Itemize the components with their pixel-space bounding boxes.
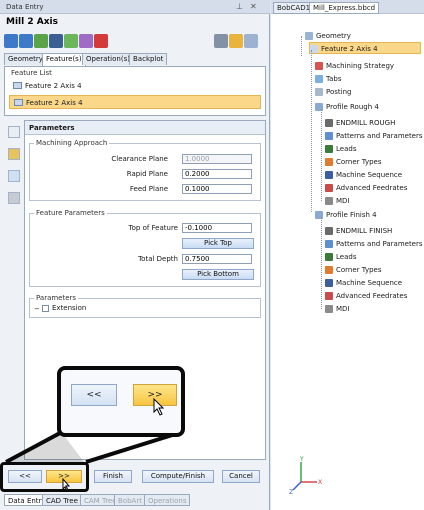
document-tabs: BobCAD1 Mill_Express.bbcd [271, 0, 424, 14]
leads-icon [325, 253, 333, 261]
tree-connector [311, 50, 312, 212]
tree-item[interactable]: Posting [315, 86, 424, 98]
tree-item-label: Advanced Feedrates [336, 292, 408, 300]
mdi-icon [325, 197, 333, 205]
tree-item[interactable]: Leads [325, 143, 424, 155]
patterns-icon [325, 240, 333, 248]
tree-item-label: Leads [336, 253, 357, 261]
tree-item-label: Machining Strategy [326, 62, 395, 70]
tree-item[interactable]: Leads [325, 251, 424, 263]
tab-bobcad1[interactable]: BobCAD1 [273, 2, 315, 14]
posting-icon [315, 88, 323, 96]
axis-x-label: X [318, 479, 322, 486]
tabs-icon [315, 75, 323, 83]
axis-triad-icon: Y X Z [289, 456, 322, 496]
geometry-icon [305, 32, 313, 40]
tree-item[interactable]: Profile Rough 4 [315, 101, 424, 113]
corner-icon [325, 266, 333, 274]
tree-item[interactable]: Advanced Feedrates [325, 182, 424, 194]
axis-y-label: Y [299, 456, 304, 463]
tree-connector [321, 109, 322, 201]
tree-item-label: Patterns and Parameters [336, 240, 423, 248]
tree-item-label: Geometry [316, 32, 351, 40]
tree-item-label: ENDMILL ROUGH [336, 119, 396, 127]
axis-z-label: Z [289, 489, 293, 496]
tree-item-label: Tabs [326, 75, 342, 83]
zoom-prev-button[interactable]: << [71, 384, 117, 406]
tree-item-label: Machine Sequence [336, 279, 403, 287]
tree-item-label: Profile Finish 4 [326, 211, 377, 219]
zoom-callout: << >> [57, 366, 185, 437]
corner-icon [325, 158, 333, 166]
zoom-source-highlight [0, 462, 89, 492]
tree-item-label: Leads [336, 145, 357, 153]
endmill-icon [325, 227, 333, 235]
tree-item[interactable]: Profile Finish 4 [315, 209, 424, 221]
tree-item[interactable]: Machining Strategy [315, 60, 424, 72]
tree-item-label: ENDMILL FINISH [336, 227, 393, 235]
tree-item[interactable]: Tabs [315, 73, 424, 85]
small-cursor-icon [62, 478, 71, 492]
tree-item[interactable]: Advanced Feedrates [325, 290, 424, 302]
tree-item-label: Corner Types [336, 266, 382, 274]
tree-item-label: Patterns and Parameters [336, 132, 423, 140]
tree-item[interactable]: ENDMILL ROUGH [325, 117, 424, 129]
tab-mill-express[interactable]: Mill_Express.bbcd [309, 2, 380, 14]
patterns-icon [325, 132, 333, 140]
mouse-cursor-icon [153, 398, 165, 416]
tree-item[interactable]: Machine Sequence [325, 169, 424, 181]
tree-item[interactable]: Corner Types [325, 264, 424, 276]
feedrates-icon [325, 292, 333, 300]
tree-item[interactable]: MDI [325, 303, 424, 315]
tree-connector [301, 36, 302, 56]
leads-icon [325, 145, 333, 153]
tree-panel: BobCAD1 Mill_Express.bbcd Geometry Featur… [271, 0, 424, 510]
mdi-icon [325, 305, 333, 313]
strategy-icon [315, 62, 323, 70]
tree-item-label: Feature 2 Axis 4 [321, 45, 378, 53]
sequence-icon [325, 279, 333, 287]
tree-item[interactable]: ENDMILL FINISH [325, 225, 424, 237]
tree-item[interactable]: MDI [325, 195, 424, 207]
tree-item[interactable]: Geometry [305, 30, 424, 42]
tree-item-label: Corner Types [336, 158, 382, 166]
sequence-icon [325, 171, 333, 179]
tree-item-label: Profile Rough 4 [326, 103, 379, 111]
tree-item[interactable]: Patterns and Parameters [325, 130, 424, 142]
tree-item[interactable]: Corner Types [325, 156, 424, 168]
tree-item-label: Advanced Feedrates [336, 184, 408, 192]
tree-item-label: Machine Sequence [336, 171, 403, 179]
tree-item-label: MDI [336, 197, 350, 205]
tree-item[interactable]: Feature 2 Axis 4 [309, 42, 421, 54]
tree-connector [321, 217, 322, 309]
feedrates-icon [325, 184, 333, 192]
endmill-icon [325, 119, 333, 127]
tree-item[interactable]: Machine Sequence [325, 277, 424, 289]
tree-item-label: MDI [336, 305, 350, 313]
tree-item[interactable]: Patterns and Parameters [325, 238, 424, 250]
tree-item-label: Posting [326, 88, 352, 96]
